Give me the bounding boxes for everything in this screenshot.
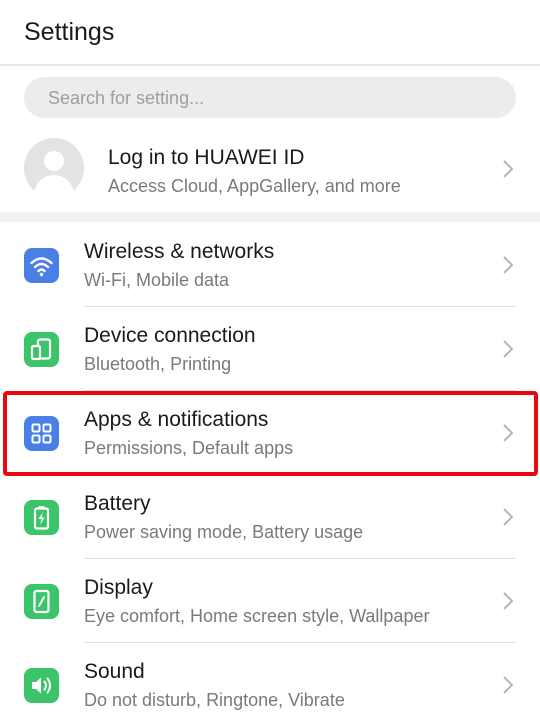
chevron-right-icon	[502, 255, 514, 275]
account-title: Log in to HUAWEI ID	[108, 146, 305, 169]
item-subtitle: Power saving mode, Battery usage	[84, 522, 364, 542]
header: Settings	[0, 0, 540, 66]
settings-item-device-connection[interactable]: Device connection Bluetooth, Printing	[0, 307, 540, 391]
avatar-icon	[24, 138, 84, 198]
item-title: Apps & notifications	[84, 408, 269, 431]
chevron-right-icon	[502, 591, 514, 611]
chevron-right-icon	[502, 423, 514, 443]
section-divider	[0, 212, 540, 222]
display-icon	[24, 584, 59, 619]
apps-grid-icon	[24, 416, 59, 451]
device-connection-icon	[24, 332, 59, 367]
item-subtitle: Do not disturb, Ringtone, Vibrate	[84, 690, 345, 710]
settings-item-apps-notifications[interactable]: Apps & notifications Permissions, Defaul…	[0, 391, 540, 475]
speaker-icon	[24, 668, 59, 703]
settings-item-wireless-networks[interactable]: Wireless & networks Wi-Fi, Mobile data	[0, 223, 540, 307]
item-title: Wireless & networks	[84, 240, 275, 263]
chevron-right-icon	[502, 675, 514, 695]
item-subtitle: Eye comfort, Home screen style, Wallpape…	[84, 606, 430, 626]
settings-item-sound[interactable]: Sound Do not disturb, Ringtone, Vibrate	[0, 643, 540, 723]
battery-icon	[24, 500, 59, 535]
huawei-id-login-row[interactable]: Log in to HUAWEI ID Access Cloud, AppGal…	[0, 130, 540, 208]
page-title: Settings	[24, 18, 115, 46]
chevron-right-icon	[502, 339, 514, 359]
item-subtitle: Bluetooth, Printing	[84, 354, 232, 374]
item-subtitle: Permissions, Default apps	[84, 438, 294, 458]
item-subtitle: Wi-Fi, Mobile data	[84, 270, 230, 290]
item-title: Display	[84, 576, 153, 599]
account-subtitle: Access Cloud, AppGallery, and more	[108, 176, 401, 196]
header-divider	[0, 64, 540, 66]
search-bar[interactable]: Search for setting...	[24, 77, 516, 118]
settings-item-display[interactable]: Display Eye comfort, Home screen style, …	[0, 559, 540, 643]
wifi-icon	[24, 248, 59, 283]
item-title: Sound	[84, 660, 145, 683]
item-title: Battery	[84, 492, 151, 515]
item-title: Device connection	[84, 324, 256, 347]
chevron-right-icon	[502, 159, 514, 179]
chevron-right-icon	[502, 507, 514, 527]
search-placeholder: Search for setting...	[48, 88, 205, 108]
settings-item-battery[interactable]: Battery Power saving mode, Battery usage	[0, 475, 540, 559]
